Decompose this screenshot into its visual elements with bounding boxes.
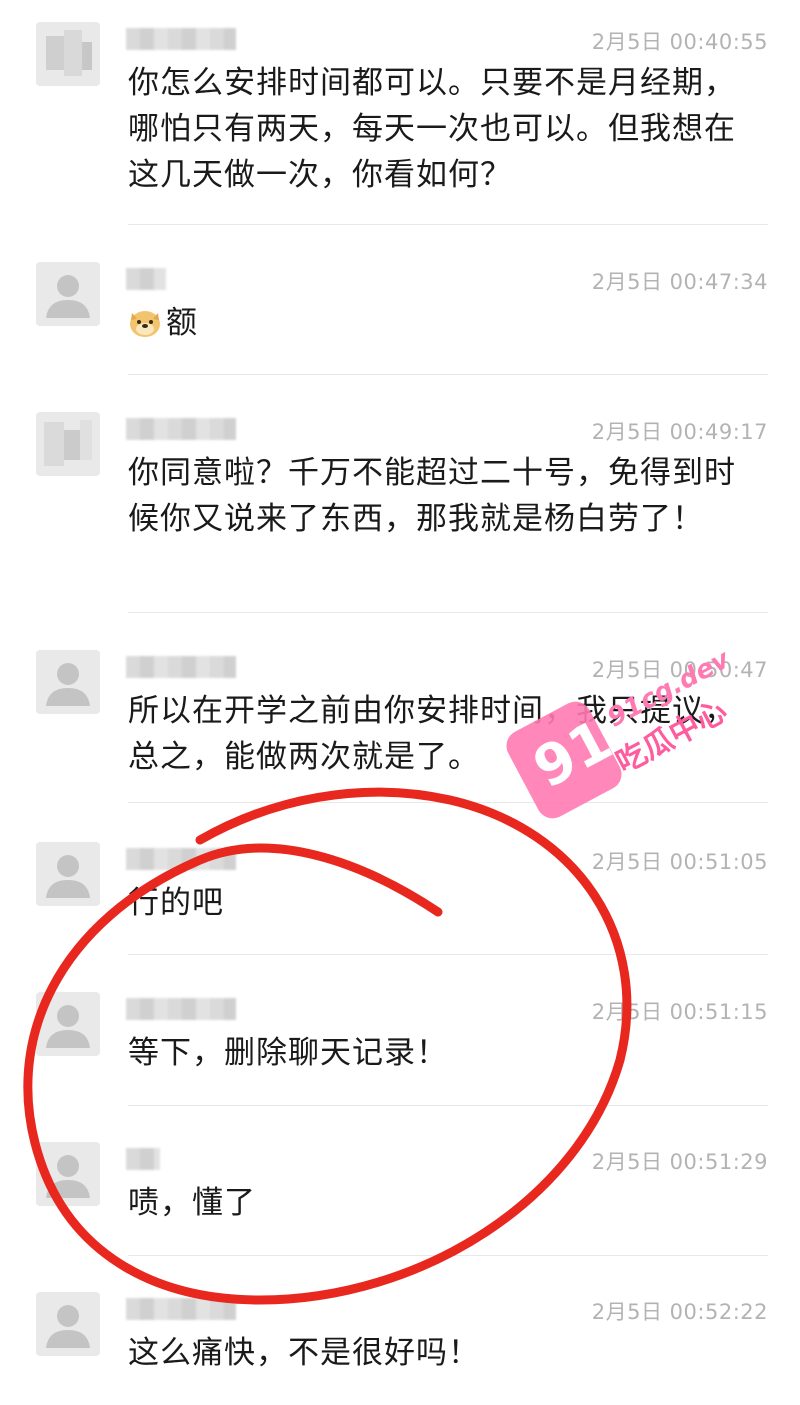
message-text: 行的吧 bbox=[128, 885, 224, 921]
message-timestamp: 2月5日 00:40:55 bbox=[591, 30, 768, 54]
message-timestamp: 2月5日 00:49:17 bbox=[591, 420, 768, 444]
person-silhouette-icon bbox=[46, 855, 90, 898]
message-divider bbox=[128, 802, 768, 803]
sender-name-blurred bbox=[126, 656, 236, 678]
person-silhouette-icon bbox=[46, 1155, 90, 1198]
message-divider bbox=[128, 374, 768, 375]
avatar-default[interactable] bbox=[36, 1292, 100, 1356]
chat-history-list: 2月5日 00:40:55 你怎么安排时间都可以。只要不是月经期，哪怕只有两天，… bbox=[0, 0, 800, 1405]
message-text: 所以在开学之前由你安排时间，我只提议，总之，能做两次就是了。 bbox=[128, 693, 736, 775]
message-4: 2月5日 00:50:47 所以在开学之前由你安排时间，我只提议，总之，能做两次… bbox=[0, 638, 800, 803]
sender-name-blurred bbox=[126, 28, 236, 50]
person-silhouette-icon bbox=[46, 275, 90, 318]
message-5: 2月5日 00:51:05 行的吧 bbox=[0, 830, 800, 955]
doge-emoji-icon bbox=[128, 305, 162, 339]
avatar-blur-icon bbox=[44, 420, 92, 466]
person-silhouette-icon bbox=[46, 663, 90, 706]
message-timestamp: 2月5日 00:51:29 bbox=[591, 1150, 768, 1174]
message-3: 2月5日 00:49:17 你同意啦？千万不能超过二十号，免得到时候你又说来了东… bbox=[0, 400, 800, 613]
message-timestamp: 2月5日 00:51:05 bbox=[591, 850, 768, 874]
message-timestamp: 2月5日 00:51:15 bbox=[591, 1000, 768, 1024]
message-8: 2月5日 00:52:22 这么痛快，不是很好吗！ bbox=[0, 1280, 800, 1405]
message-text-content: 额 bbox=[166, 305, 198, 341]
message-7: 2月5日 00:51:29 啧，懂了 bbox=[0, 1130, 800, 1256]
sender-name-blurred bbox=[126, 268, 166, 290]
message-6: 2月5日 00:51:15 等下，删除聊天记录！ bbox=[0, 980, 800, 1106]
avatar-default[interactable] bbox=[36, 1142, 100, 1206]
message-divider bbox=[128, 954, 768, 955]
avatar-blur-icon bbox=[46, 30, 92, 76]
person-silhouette-icon bbox=[46, 1305, 90, 1348]
message-2: 2月5日 00:47:34 额 bbox=[0, 250, 800, 375]
avatar-default[interactable] bbox=[36, 992, 100, 1056]
person-silhouette-icon bbox=[46, 1005, 90, 1048]
message-timestamp: 2月5日 00:47:34 bbox=[591, 270, 768, 294]
avatar-blurred[interactable] bbox=[36, 412, 100, 476]
message-text: 你同意啦？千万不能超过二十号，免得到时候你又说来了东西，那我就是杨白劳了！ bbox=[128, 455, 736, 537]
message-text: 这么痛快，不是很好吗！ bbox=[128, 1335, 480, 1371]
message-1: 2月5日 00:40:55 你怎么安排时间都可以。只要不是月经期，哪怕只有两天，… bbox=[0, 10, 800, 225]
avatar-default[interactable] bbox=[36, 842, 100, 906]
message-timestamp: 2月5日 00:50:47 bbox=[591, 658, 768, 682]
message-text: 额 bbox=[128, 300, 758, 346]
sender-name-blurred bbox=[126, 1148, 160, 1170]
sender-name-blurred bbox=[126, 418, 236, 440]
message-divider bbox=[128, 1255, 768, 1256]
message-timestamp: 2月5日 00:52:22 bbox=[591, 1300, 768, 1324]
sender-name-blurred bbox=[126, 848, 236, 870]
avatar-default[interactable] bbox=[36, 650, 100, 714]
sender-name-blurred bbox=[126, 1298, 236, 1320]
avatar-default[interactable] bbox=[36, 262, 100, 326]
message-text: 啧，懂了 bbox=[128, 1185, 256, 1221]
message-divider bbox=[128, 224, 768, 225]
message-text: 等下，删除聊天记录！ bbox=[128, 1035, 448, 1071]
avatar-blurred[interactable] bbox=[36, 22, 100, 86]
message-text: 你怎么安排时间都可以。只要不是月经期，哪怕只有两天，每天一次也可以。但我想在这几… bbox=[128, 65, 736, 193]
message-divider bbox=[128, 1105, 768, 1106]
sender-name-blurred bbox=[126, 998, 236, 1020]
message-divider bbox=[128, 612, 768, 613]
